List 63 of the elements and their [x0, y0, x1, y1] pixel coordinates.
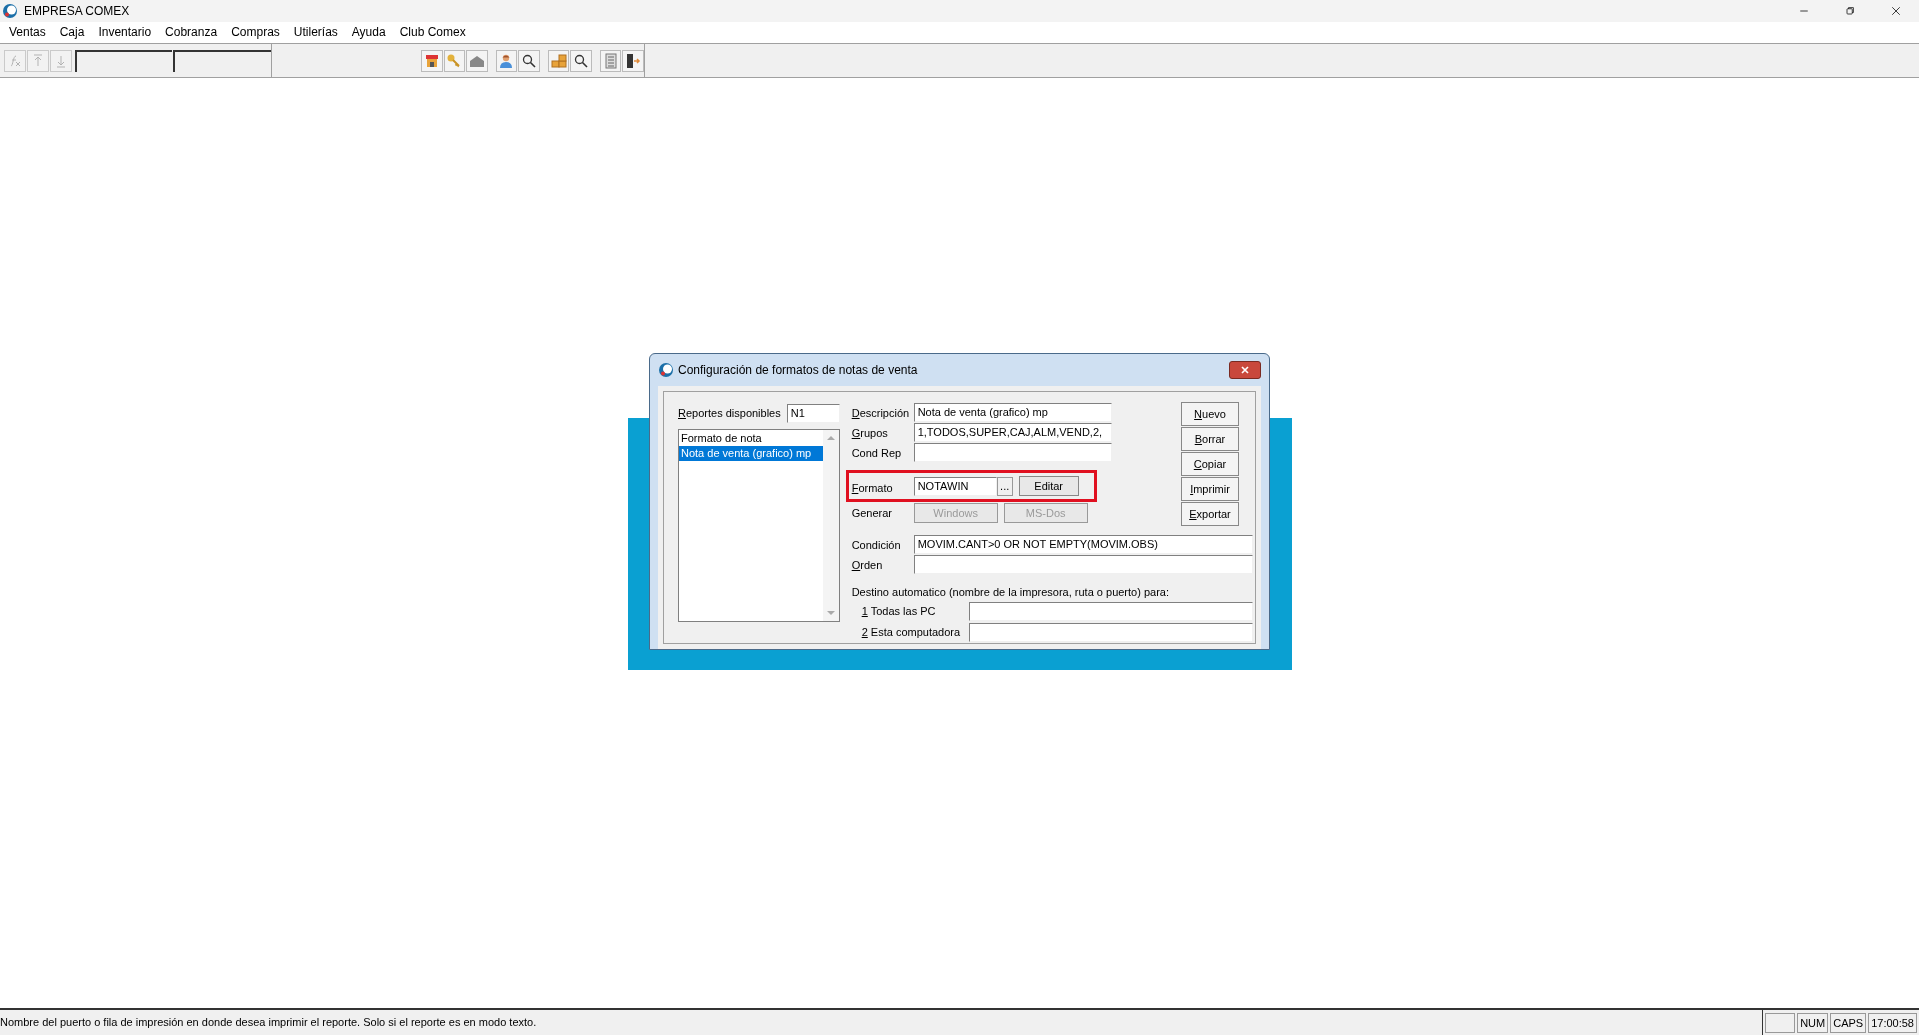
field-label: Reportes disponibles	[678, 405, 781, 421]
field-label: Condición	[851, 538, 902, 554]
menu-item[interactable]: Caja	[52, 22, 92, 43]
text-field[interactable]	[968, 623, 1253, 642]
list-item[interactable]: Nota de venta (grafico) mp	[679, 446, 823, 461]
menu-item[interactable]: Utilerías	[286, 22, 345, 43]
restore-icon	[1844, 5, 1856, 17]
menu-item[interactable]: Club Comex	[392, 22, 473, 43]
field-label: 1 Todas las PC	[860, 604, 937, 620]
list-item[interactable]: Formato de nota	[679, 431, 823, 446]
text-field[interactable]	[968, 602, 1253, 621]
status-indicator: CAPS	[1830, 1012, 1867, 1033]
menu-item[interactable]: Cobranza	[158, 22, 225, 43]
field-label: Descripción	[851, 406, 911, 422]
status-indicator: 17:00:58	[1868, 1012, 1917, 1033]
document-icon	[602, 52, 619, 69]
text-field[interactable]	[913, 442, 1112, 462]
search-icon	[573, 52, 590, 69]
close-icon	[1239, 364, 1251, 376]
window-title: EMPRESA COMEX	[24, 3, 130, 20]
store-icon	[423, 52, 440, 69]
boxes-icon	[550, 52, 567, 69]
edit-button[interactable]: Editar	[1018, 476, 1079, 496]
status-message: Nombre del puerto o fila de impresión en donde desea imprimir el reporte. Solo si el reporte es en modo texto.	[0, 1015, 538, 1031]
person-icon	[498, 52, 515, 69]
field-label: Orden	[851, 558, 884, 574]
dialog-button[interactable]: Borrar	[1181, 427, 1239, 451]
dialog-button[interactable]: Copiar	[1181, 452, 1239, 476]
dialog-button[interactable]: Imprimir	[1181, 477, 1239, 501]
menu-item[interactable]: Ventas	[2, 22, 53, 43]
dialog-logo-icon	[658, 362, 674, 378]
destination-note: Destino automatico (nombre de la impresora, ruta o puerto) para:	[851, 585, 1169, 600]
field-label: Formato	[851, 480, 894, 496]
menu-item[interactable]: Ayuda	[344, 22, 393, 43]
dialog-button[interactable]: Exportar	[1181, 502, 1239, 526]
toolbar-button[interactable]	[622, 49, 644, 72]
text-field[interactable]: MOVIM.CANT>0 OR NOT EMPTY(MOVIM.OBS)	[913, 534, 1253, 554]
dialog-title: Configuración de formatos de notas de venta	[678, 362, 918, 379]
text-field[interactable]: NOTAWIN	[913, 476, 997, 496]
text-field[interactable]: Nota de venta (grafico) mp	[913, 402, 1112, 422]
menu-item[interactable]: Inventario	[91, 22, 159, 43]
report-code-field[interactable]: N1	[786, 403, 840, 423]
toolbar-field[interactable]	[173, 49, 271, 72]
close-button[interactable]	[1229, 361, 1261, 379]
field-label: Cond Rep	[851, 446, 903, 462]
field-label: 2 Esta computadora	[860, 625, 962, 641]
status-pane	[1765, 1012, 1796, 1033]
search-icon	[521, 52, 538, 69]
text-field[interactable]: 1,TODOS,SUPER,CAJ,ALM,VEND,2,	[913, 422, 1112, 442]
dialog-button[interactable]: Nuevo	[1181, 402, 1239, 426]
status-indicator: NUM	[1797, 1012, 1829, 1033]
report-list[interactable]: Formato de nota Nota de venta (grafico) mp	[678, 429, 840, 622]
scrollbar[interactable]	[822, 430, 839, 621]
toolbar-button[interactable]	[518, 49, 540, 72]
toolbar-field[interactable]	[74, 49, 173, 72]
toolbar-button[interactable]	[421, 49, 443, 72]
text-field[interactable]	[913, 554, 1253, 574]
close-icon	[1890, 5, 1902, 17]
exit-door-icon	[625, 52, 642, 69]
field-label: Grupos	[851, 426, 889, 442]
toolbar-button[interactable]	[570, 49, 592, 72]
field-label: Generar	[851, 505, 894, 521]
menu-item[interactable]: Compras	[224, 22, 287, 43]
